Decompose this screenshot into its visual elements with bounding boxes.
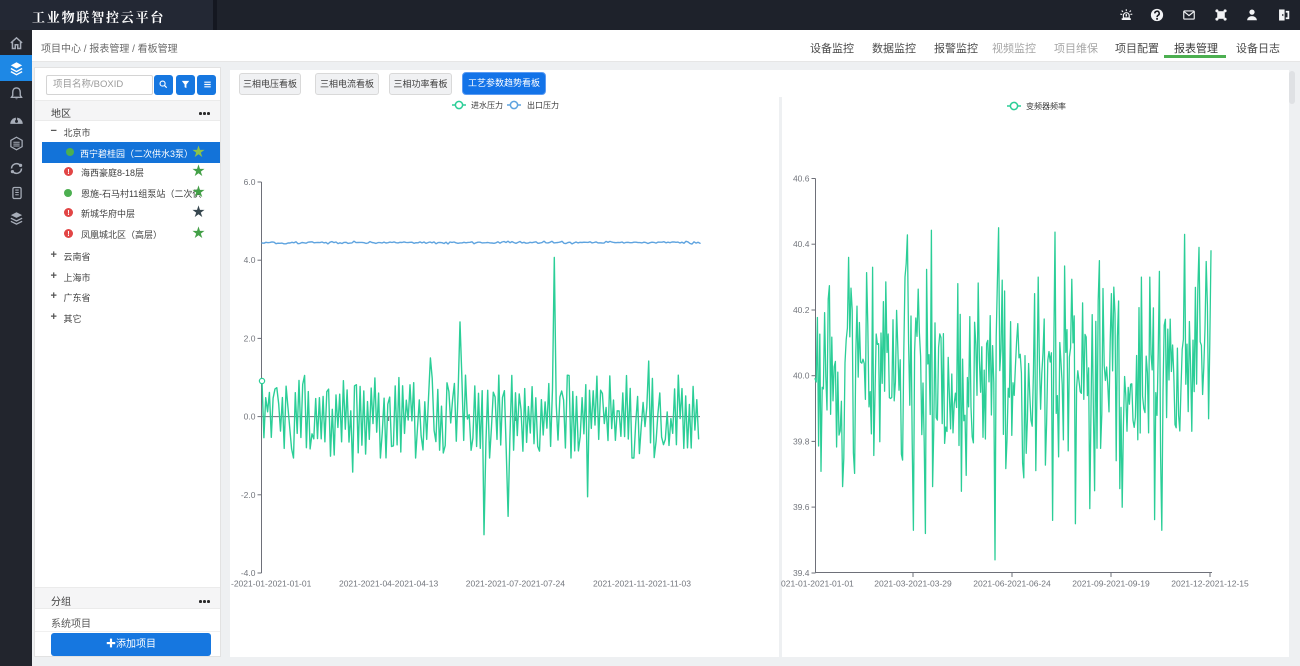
svg-text:4.0: 4.0 (244, 255, 256, 265)
svg-text:2021-09-2021-09-19: 2021-09-2021-09-19 (1072, 579, 1150, 589)
svg-text:2021-06-2021-06-24: 2021-06-2021-06-24 (973, 579, 1051, 589)
svg-text:-2.0: -2.0 (241, 490, 256, 500)
svg-text:021-01-2021-01-01: 021-01-2021-01-01 (781, 579, 854, 589)
svg-text:40.0: 40.0 (793, 371, 810, 381)
svg-text:40.6: 40.6 (793, 174, 810, 184)
svg-text:40.2: 40.2 (793, 305, 810, 315)
svg-text:进水压力: 进水压力 (471, 100, 503, 110)
svg-text:出口压力: 出口压力 (527, 100, 559, 110)
svg-text:-4.0: -4.0 (241, 568, 256, 578)
svg-text:2021-12-2021-12-15: 2021-12-2021-12-15 (1171, 579, 1249, 589)
svg-text:6.0: 6.0 (244, 177, 256, 187)
svg-text:2021-2021-07-2021-07-24: 2021-2021-07-2021-07-24 (466, 579, 566, 589)
svg-text:0.0: 0.0 (244, 412, 256, 422)
svg-text:-2021-01-2021-01-01: -2021-01-2021-01-01 (231, 579, 312, 589)
svg-text:2021-2021-04-2021-04-13: 2021-2021-04-2021-04-13 (339, 579, 439, 589)
svg-text:39.4: 39.4 (793, 568, 810, 578)
svg-text:39.8: 39.8 (793, 436, 810, 446)
svg-text:2021-2021-11-2021-11-03: 2021-2021-11-2021-11-03 (593, 579, 691, 589)
svg-text:变频器频率: 变频器频率 (1026, 101, 1066, 111)
svg-text:2.0: 2.0 (244, 333, 256, 343)
svg-text:2021-03-2021-03-29: 2021-03-2021-03-29 (874, 579, 952, 589)
svg-text:40.4: 40.4 (793, 239, 810, 249)
svg-text:39.6: 39.6 (793, 502, 810, 512)
